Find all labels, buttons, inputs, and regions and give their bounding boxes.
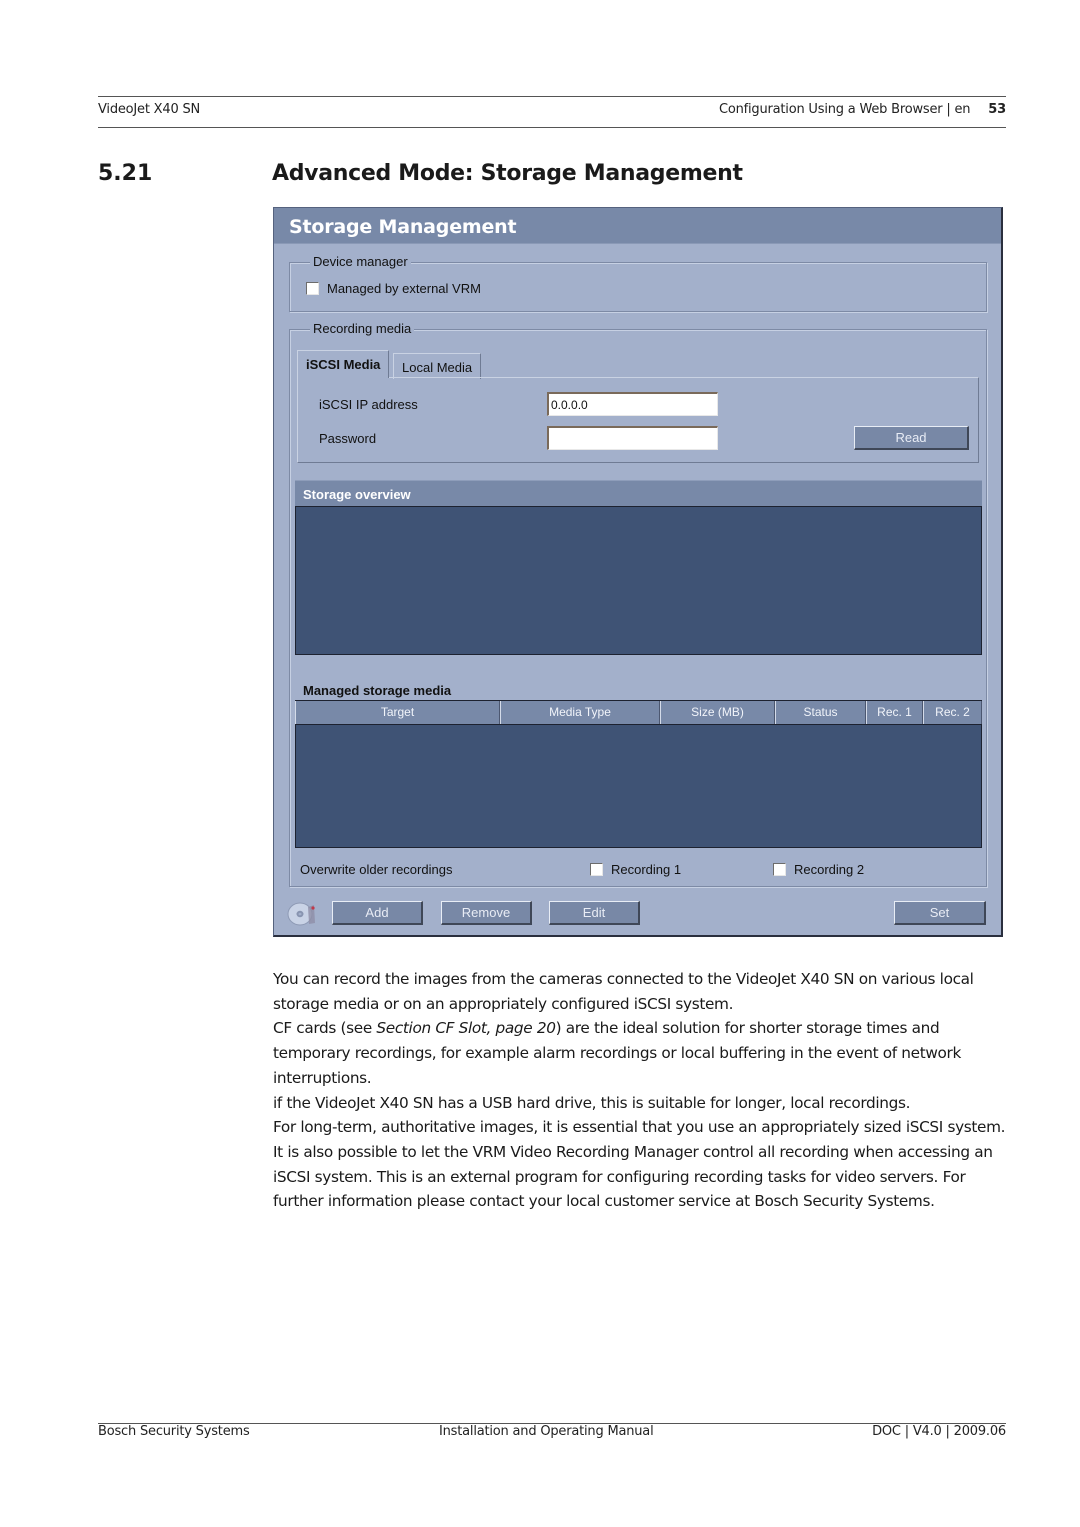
- set-button[interactable]: Set: [894, 901, 986, 925]
- column-header-status[interactable]: Status: [775, 701, 866, 725]
- body-text: You can record the images from the camer…: [273, 967, 1013, 1214]
- recording2-checkbox[interactable]: [773, 863, 786, 876]
- password-input[interactable]: [547, 426, 718, 450]
- managed-by-vrm-label: Managed by external VRM: [327, 281, 481, 296]
- recording1-label: Recording 1: [611, 862, 682, 877]
- disc-icon: [287, 902, 315, 926]
- header-product: VideoJet X40 SN: [98, 102, 201, 117]
- edit-button[interactable]: Edit: [549, 901, 640, 925]
- recording-media-group: Recording media iSCSI Media Local Media …: [289, 321, 987, 887]
- column-header-media-type[interactable]: Media Type: [500, 701, 660, 725]
- section-number: 5.21: [98, 161, 153, 186]
- managed-storage-table-body[interactable]: [295, 724, 982, 848]
- paragraph-iscsi: For long-term, authoritative images, it …: [273, 1118, 1006, 1137]
- storage-overview-title: Storage overview: [303, 487, 411, 502]
- panel-title: Storage Management: [289, 216, 517, 238]
- cf-slot-reference[interactable]: Section CF Slot, page 20: [376, 1019, 556, 1037]
- storage-overview-header: Storage overview: [295, 480, 982, 506]
- remove-button[interactable]: Remove: [441, 901, 532, 925]
- storage-management-panel: Storage Management Device manager Manage…: [273, 207, 1003, 937]
- column-header-rec1[interactable]: Rec. 1: [866, 701, 923, 725]
- column-header-size[interactable]: Size (MB): [660, 701, 775, 725]
- iscsi-ip-label: iSCSI IP address: [319, 397, 418, 412]
- paragraph-intro: You can record the images from the camer…: [273, 970, 974, 1013]
- recording1-checkbox[interactable]: [590, 863, 603, 876]
- paragraph-usb: if the VideoJet X40 SN has a USB hard dr…: [273, 1093, 911, 1112]
- header-rule-top: [98, 96, 1006, 97]
- overwrite-label: Overwrite older recordings: [300, 862, 453, 877]
- header-chapter: Configuration Using a Web Browser | en 53: [719, 102, 1006, 117]
- read-button[interactable]: Read: [854, 426, 969, 450]
- footer-manual: Installation and Operating Manual: [439, 1424, 654, 1439]
- page-number: 53: [988, 102, 1006, 117]
- footer-company: Bosch Security Systems: [98, 1424, 250, 1439]
- device-manager-group: Device manager Managed by external VRM: [289, 254, 987, 312]
- recording2-label: Recording 2: [794, 862, 865, 877]
- column-header-target[interactable]: Target: [295, 701, 500, 725]
- managed-storage-title: Managed storage media: [303, 683, 452, 698]
- section-title: Advanced Mode: Storage Management: [272, 161, 743, 186]
- add-button[interactable]: Add: [332, 901, 423, 925]
- header-chapter-title: Configuration Using a Web Browser | en: [718, 102, 971, 117]
- iscsi-tab-panel: iSCSI IP address Password Read: [297, 377, 979, 463]
- cf-text-pre: CF cards (see: [273, 1019, 377, 1038]
- header-rule-bottom: [98, 127, 1006, 128]
- managed-storage-table-header: Target Media Type Size (MB) Status Rec. …: [295, 700, 982, 725]
- paragraph-vrm: It is also possible to let the VRM Video…: [273, 1142, 993, 1211]
- paragraph-cf-cards: CF cards (see Section CF Slot, page 20) …: [273, 1016, 1013, 1090]
- tab-local-media[interactable]: Local Media: [393, 353, 482, 379]
- tab-iscsi-media[interactable]: iSCSI Media: [297, 350, 390, 378]
- password-label: Password: [319, 431, 377, 446]
- managed-by-vrm-checkbox[interactable]: [306, 282, 319, 295]
- footer-doc-version: DOC | V4.0 | 2009.06: [872, 1424, 1006, 1439]
- iscsi-ip-input[interactable]: [547, 392, 718, 416]
- recording-media-legend: Recording media: [310, 321, 415, 336]
- column-header-rec2[interactable]: Rec. 2: [923, 701, 982, 725]
- device-manager-legend: Device manager: [310, 254, 411, 269]
- panel-title-bar: Storage Management: [274, 208, 1001, 244]
- storage-overview-area[interactable]: [295, 506, 982, 655]
